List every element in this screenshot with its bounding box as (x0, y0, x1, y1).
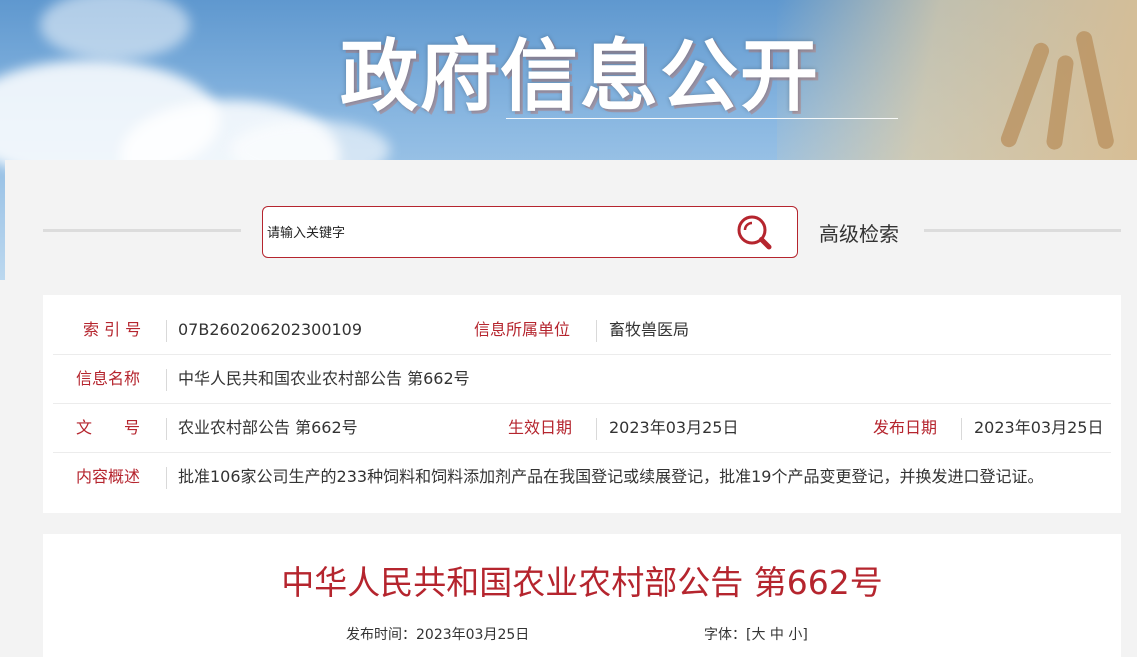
search-bar (262, 206, 798, 258)
divider (596, 320, 597, 342)
doc-number-label: 文 号 (76, 418, 141, 437)
divider (166, 369, 167, 391)
info-row-name: 信息名称 中华人民共和国农业农村部公告 第662号 (53, 355, 1111, 404)
search-input[interactable] (265, 221, 729, 245)
font-small-button[interactable]: 小 (788, 627, 802, 643)
name-label: 信息名称 (76, 369, 141, 388)
search-button[interactable] (735, 215, 775, 251)
banner-divider (506, 118, 898, 119)
publish-date-value: 2023年03月25日 (974, 418, 1104, 437)
search-icon (737, 215, 772, 250)
search-divider-right (924, 229, 1121, 232)
info-row-doc: 文 号 农业农村部公告 第662号 生效日期 2023年03月25日 发布日期 … (53, 404, 1111, 453)
summary-value: 批准106家公司生产的233种饲料和饲料添加剂产品在我国登记或续展登记，批准19… (178, 467, 1044, 486)
index-label: 索 引 号 (83, 320, 142, 339)
banner-title: 政府信息公开 (340, 32, 821, 122)
unit-label: 信息所属单位 (474, 320, 571, 339)
article-panel: 中华人民共和国农业农村部公告 第662号 发布时间：2023年03月25日 字体… (43, 534, 1121, 657)
search-divider-left (43, 229, 241, 232)
cloud-decoration (40, 0, 190, 60)
divider (166, 467, 167, 489)
info-row-summary: 内容概述 批准106家公司生产的233种饲料和饲料添加剂产品在我国登记或续展登记… (53, 453, 1111, 502)
publish-time-label: 发布时间： (346, 627, 416, 643)
publish-time: 发布时间：2023年03月25日 (346, 624, 529, 644)
summary-label: 内容概述 (76, 467, 141, 486)
font-size-label: 字体： (704, 627, 746, 643)
name-value: 中华人民共和国农业农村部公告 第662号 (178, 369, 470, 388)
info-row-index: 索 引 号 07B260206202300109 信息所属单位 畜牧兽医局 (53, 306, 1111, 355)
advanced-search-link[interactable]: 高级检索 (819, 218, 899, 247)
publish-date-label: 发布日期 (873, 418, 938, 437)
font-large-button[interactable]: 大 (751, 627, 765, 643)
font-bracket-close: ] (802, 627, 808, 643)
divider (166, 320, 167, 342)
doc-number-value: 农业农村部公告 第662号 (178, 418, 358, 437)
divider (596, 418, 597, 440)
font-medium-button[interactable]: 中 (770, 627, 784, 643)
effective-date-value: 2023年03月25日 (609, 418, 739, 437)
divider (961, 418, 962, 440)
publish-time-value: 2023年03月25日 (416, 627, 530, 643)
info-table: 索 引 号 07B260206202300109 信息所属单位 畜牧兽医局 信息… (43, 295, 1121, 513)
divider (166, 418, 167, 440)
article-title: 中华人民共和国农业农村部公告 第662号 (281, 563, 883, 602)
index-value: 07B260206202300109 (178, 320, 363, 339)
unit-value: 畜牧兽医局 (609, 320, 690, 339)
font-size-selector: 字体：[大 中 小] (704, 624, 808, 644)
effective-date-label: 生效日期 (508, 418, 573, 437)
